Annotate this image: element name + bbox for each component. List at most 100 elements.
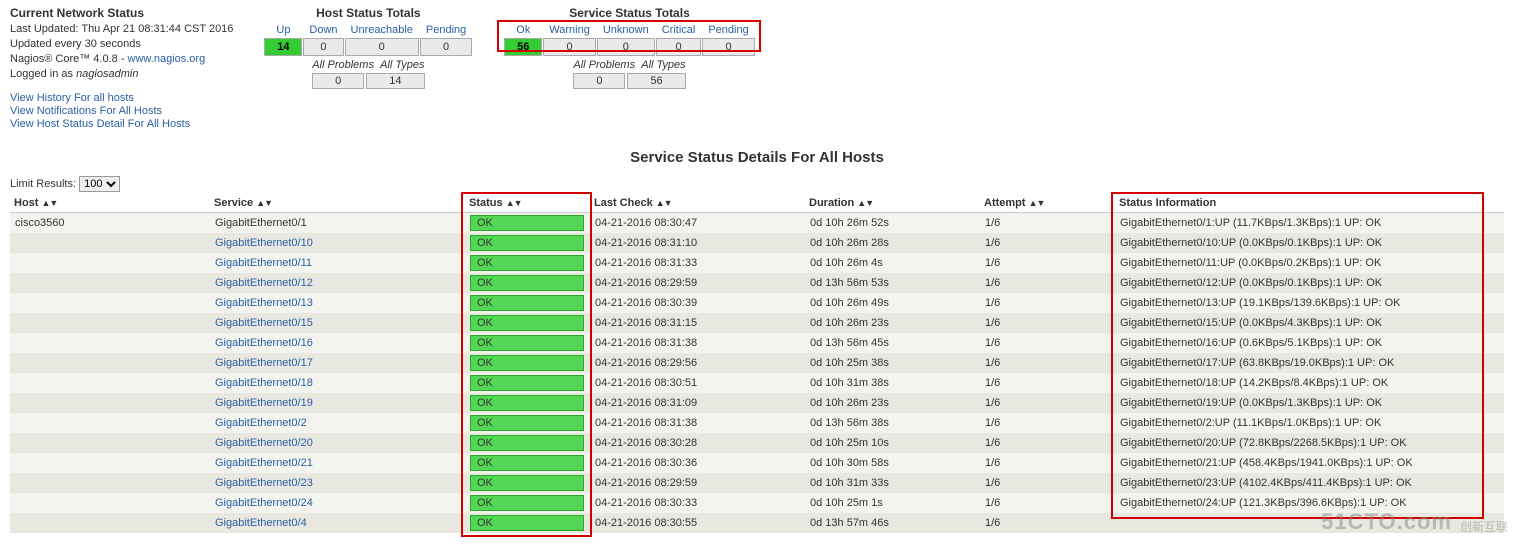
col-attempt-header[interactable]: Attempt ▲▼ [980, 194, 1115, 213]
service-cell[interactable]: GigabitEthernet0/23 [210, 473, 465, 493]
host-up-header[interactable]: Up [264, 23, 302, 37]
status-badge: OK [470, 255, 584, 271]
service-cell[interactable]: GigabitEthernet0/24 [210, 493, 465, 513]
status-badge: OK [470, 515, 584, 531]
col-duration-header[interactable]: Duration ▲▼ [805, 194, 980, 213]
host-down-header[interactable]: Down [303, 23, 343, 37]
logged-in-line: Logged in as nagiosadmin [10, 67, 233, 82]
status-badge: OK [470, 435, 584, 451]
status-badge: OK [470, 335, 584, 351]
status-cell: OK [465, 293, 590, 313]
info-cell: GigabitEthernet0/2:UP (11.1KBps/1.0KBps)… [1115, 413, 1504, 433]
lastcheck-cell: 04-21-2016 08:31:10 [590, 233, 805, 253]
host-totals-table: Up Down Unreachable Pending 14 0 0 0 [263, 22, 473, 57]
svc-unknown-count[interactable]: 0 [597, 38, 655, 56]
col-host-header[interactable]: Host ▲▼ [10, 194, 210, 213]
service-cell[interactable]: GigabitEthernet0/13 [210, 293, 465, 313]
service-cell[interactable]: GigabitEthernet0/12 [210, 273, 465, 293]
svc-ok-header[interactable]: Ok [504, 23, 542, 37]
attempt-cell: 1/6 [980, 393, 1115, 413]
duration-cell: 0d 10h 26m 49s [805, 293, 980, 313]
service-cell[interactable]: GigabitEthernet0/21 [210, 453, 465, 473]
host-cell[interactable]: cisco3560 [10, 213, 210, 234]
service-cell[interactable]: GigabitEthernet0/20 [210, 433, 465, 453]
service-cell[interactable]: GigabitEthernet0/16 [210, 333, 465, 353]
status-cell: OK [465, 353, 590, 373]
svc-warning-count[interactable]: 0 [543, 38, 596, 56]
nav-history-link[interactable]: View History For all hosts [10, 92, 134, 104]
host-cell [10, 513, 210, 533]
attempt-cell: 1/6 [980, 233, 1115, 253]
svc-critical-count[interactable]: 0 [656, 38, 702, 56]
svc-all-types-count[interactable]: 56 [627, 73, 685, 89]
status-badge: OK [470, 355, 584, 371]
limit-results-select[interactable]: 100 [79, 176, 120, 192]
host-unreachable-header[interactable]: Unreachable [345, 23, 419, 37]
service-cell[interactable]: GigabitEthernet0/4 [210, 513, 465, 533]
nagios-link[interactable]: www.nagios.org [128, 53, 206, 65]
service-cell[interactable]: GigabitEthernet0/19 [210, 393, 465, 413]
host-pending-count[interactable]: 0 [420, 38, 472, 56]
service-cell[interactable]: GigabitEthernet0/2 [210, 413, 465, 433]
table-row: GigabitEthernet0/13 OK 04-21-2016 08:30:39… [10, 293, 1504, 313]
nav-host-status-link[interactable]: View Host Status Detail For All Hosts [10, 118, 190, 130]
svc-all-types-label: All Types [641, 59, 685, 71]
watermark-subtext: 创新互联 [1460, 518, 1508, 535]
duration-cell: 0d 10h 26m 28s [805, 233, 980, 253]
svc-all-problems-count[interactable]: 0 [573, 73, 625, 89]
table-row: GigabitEthernet0/19OK04-21-2016 08:31:09… [10, 393, 1504, 413]
host-cell [10, 333, 210, 353]
limit-results-row: Limit Results: 100 [10, 176, 1504, 192]
table-row: GigabitEthernet0/17OK04-21-2016 08:29:56… [10, 353, 1504, 373]
duration-cell: 0d 10h 25m 38s [805, 353, 980, 373]
status-cell: OK [465, 233, 590, 253]
nav-notifications-link[interactable]: View Notifications For All Hosts [10, 105, 162, 117]
host-up-count[interactable]: 14 [264, 38, 302, 56]
svc-warning-header[interactable]: Warning [543, 23, 596, 37]
col-status-header[interactable]: Status ▲▼ [465, 194, 590, 213]
lastcheck-cell: 04-21-2016 08:30:51 [590, 373, 805, 393]
sort-icon: ▲▼ [42, 198, 58, 208]
service-cell[interactable]: GigabitEthernet0/15 [210, 313, 465, 333]
svc-unknown-header[interactable]: Unknown [597, 23, 655, 37]
svc-pending-header[interactable]: Pending [702, 23, 754, 37]
service-cell[interactable]: GigabitEthernet0/10 [210, 233, 465, 253]
table-row: GigabitEthernet0/15OK04-21-2016 08:31:15… [10, 313, 1504, 333]
svc-critical-header[interactable]: Critical [656, 23, 702, 37]
status-badge: OK [470, 235, 584, 251]
col-lastcheck-header[interactable]: Last Check ▲▼ [590, 194, 805, 213]
status-badge: OK [470, 475, 584, 491]
info-cell: GigabitEthernet0/13:UP (19.1KBps/139.6KB… [1115, 293, 1504, 313]
status-cell: OK [465, 413, 590, 433]
page-title: Service Status Details For All Hosts [10, 149, 1504, 166]
lastcheck-cell: 04-21-2016 08:30:39 [590, 293, 805, 313]
attempt-cell: 1/6 [980, 433, 1115, 453]
status-badge: OK [470, 295, 584, 311]
sort-icon: ▲▼ [857, 198, 873, 208]
service-cell[interactable]: GigabitEthernet0/17 [210, 353, 465, 373]
lastcheck-cell: 04-21-2016 08:31:09 [590, 393, 805, 413]
service-cell[interactable]: GigabitEthernet0/11 [210, 253, 465, 273]
service-totals-title: Service Status Totals [503, 6, 755, 20]
duration-cell: 0d 10h 26m 23s [805, 313, 980, 333]
svc-pending-count[interactable]: 0 [702, 38, 754, 56]
svc-ok-count[interactable]: 56 [504, 38, 542, 56]
lastcheck-cell: 04-21-2016 08:31:38 [590, 413, 805, 433]
product-line: Nagios® Core™ 4.0.8 - www.nagios.org [10, 52, 233, 67]
status-cell: OK [465, 213, 590, 234]
duration-cell: 0d 13h 56m 45s [805, 333, 980, 353]
service-cell[interactable]: GigabitEthernet0/18 [210, 373, 465, 393]
host-unreachable-count[interactable]: 0 [345, 38, 419, 56]
host-all-problems-count[interactable]: 0 [312, 73, 364, 89]
table-row: GigabitEthernet0/4OK04-21-2016 08:30:550… [10, 513, 1504, 533]
service-cell[interactable]: GigabitEthernet0/1 [210, 213, 465, 234]
host-all-problems-label: All Problems [312, 59, 374, 71]
status-cell: OK [465, 473, 590, 493]
col-service-header[interactable]: Service ▲▼ [210, 194, 465, 213]
host-down-count[interactable]: 0 [303, 38, 343, 56]
host-pending-header[interactable]: Pending [420, 23, 472, 37]
attempt-cell: 1/6 [980, 333, 1115, 353]
status-cell: OK [465, 273, 590, 293]
duration-cell: 0d 10h 26m 4s [805, 253, 980, 273]
host-all-types-count[interactable]: 14 [366, 73, 424, 89]
